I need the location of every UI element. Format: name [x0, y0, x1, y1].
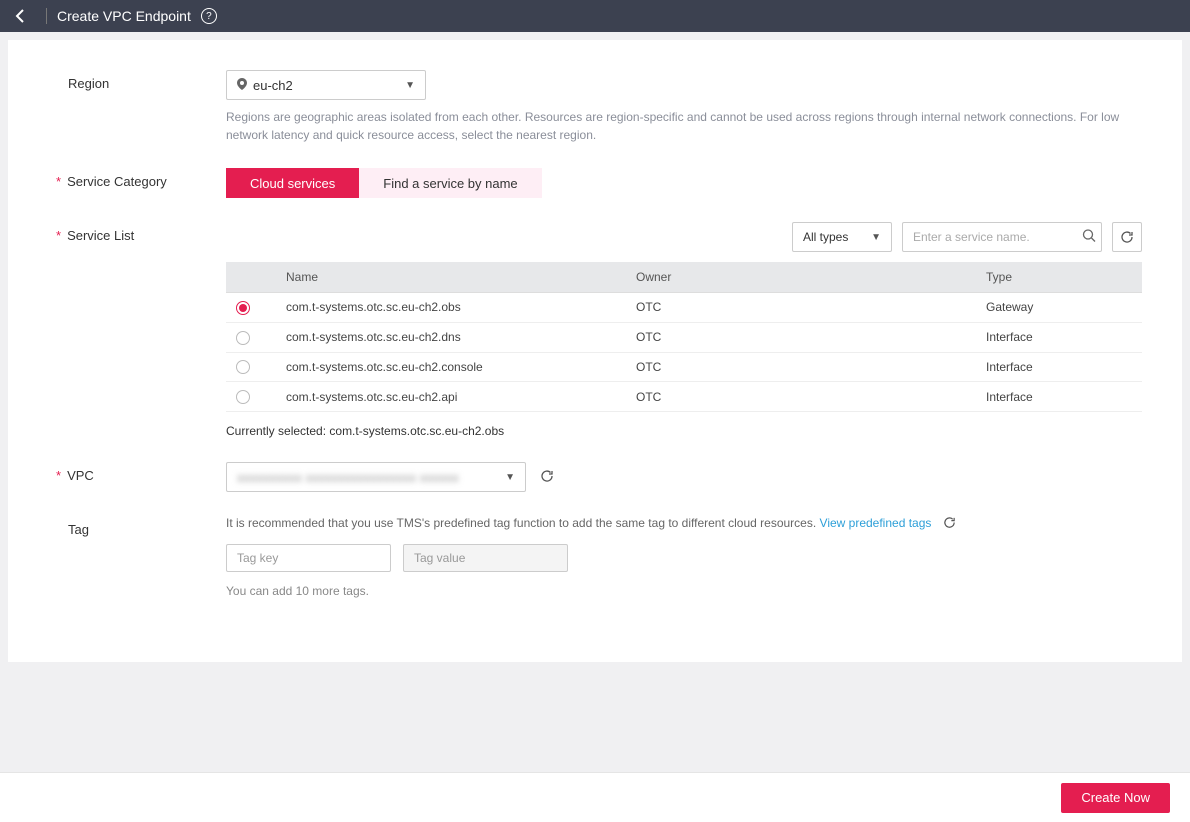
refresh-tags-button[interactable]: [943, 518, 956, 532]
table-row[interactable]: com.t-systems.otc.sc.eu-ch2.dnsOTCInterf…: [226, 322, 1142, 352]
chevron-down-icon: ▼: [505, 472, 515, 483]
radio-button[interactable]: [236, 360, 250, 374]
required-star: *: [56, 174, 61, 189]
tag-label: Tag: [56, 516, 226, 598]
type-filter-select[interactable]: All types ▼: [792, 222, 892, 252]
service-name-cell: com.t-systems.otc.sc.eu-ch2.console: [276, 352, 626, 382]
service-owner-cell: OTC: [626, 293, 976, 323]
table-row[interactable]: com.t-systems.otc.sc.eu-ch2.obsOTCGatewa…: [226, 293, 1142, 323]
service-owner-cell: OTC: [626, 382, 976, 412]
table-row[interactable]: com.t-systems.otc.sc.eu-ch2.apiOTCInterf…: [226, 382, 1142, 412]
service-list-row: * Service List All types ▼: [56, 222, 1142, 438]
service-owner-cell: OTC: [626, 322, 976, 352]
tag-key-input[interactable]: [226, 544, 391, 572]
col-owner: Owner: [626, 262, 976, 293]
toggle-cloud-services[interactable]: Cloud services: [226, 168, 359, 198]
service-list-toolbar: All types ▼: [226, 222, 1142, 252]
toggle-find-by-name[interactable]: Find a service by name: [359, 168, 541, 198]
create-now-button[interactable]: Create Now: [1061, 783, 1170, 813]
service-type-cell: Gateway: [976, 293, 1142, 323]
header-divider: [46, 8, 47, 24]
service-search-input[interactable]: [902, 222, 1102, 252]
vpc-value: xxxxxxxxxx xxxxxxxxxxxxxxxxx xxxxxx: [237, 470, 505, 485]
currently-selected-text: Currently selected: com.t-systems.otc.sc…: [226, 424, 1142, 438]
required-star: *: [56, 468, 61, 483]
footer-bar: Create Now: [0, 772, 1190, 822]
tag-row: Tag It is recommended that you use TMS's…: [56, 516, 1142, 598]
service-list-label: * Service List: [56, 222, 226, 438]
col-name: Name: [276, 262, 626, 293]
service-category-row: * Service Category Cloud services Find a…: [56, 168, 1142, 198]
radio-button[interactable]: [236, 390, 250, 404]
region-value: eu-ch2: [253, 78, 293, 93]
chevron-down-icon: ▼: [405, 80, 415, 91]
region-help-text: Regions are geographic areas isolated fr…: [226, 108, 1142, 144]
chevron-down-icon: ▼: [871, 232, 881, 243]
service-name-cell: com.t-systems.otc.sc.eu-ch2.obs: [276, 293, 626, 323]
radio-button[interactable]: [236, 331, 250, 345]
tag-hint: It is recommended that you use TMS's pre…: [226, 516, 1142, 532]
tags-remaining-text: You can add 10 more tags.: [226, 584, 1142, 598]
service-type-cell: Interface: [976, 382, 1142, 412]
refresh-service-list-button[interactable]: [1112, 222, 1142, 252]
service-type-cell: Interface: [976, 322, 1142, 352]
location-icon: [237, 78, 247, 93]
region-label: Region: [56, 70, 226, 144]
service-name-cell: com.t-systems.otc.sc.eu-ch2.dns: [276, 322, 626, 352]
service-owner-cell: OTC: [626, 352, 976, 382]
service-category-toggle: Cloud services Find a service by name: [226, 168, 1142, 198]
refresh-vpc-button[interactable]: [540, 469, 554, 486]
col-type: Type: [976, 262, 1142, 293]
region-select[interactable]: eu-ch2 ▼: [226, 70, 426, 100]
header-bar: Create VPC Endpoint ?: [0, 0, 1190, 32]
service-table: Name Owner Type com.t-systems.otc.sc.eu-…: [226, 262, 1142, 412]
view-predefined-tags-link[interactable]: View predefined tags: [820, 516, 932, 530]
vpc-label: * VPC: [56, 462, 226, 492]
radio-button[interactable]: [236, 301, 250, 315]
service-type-cell: Interface: [976, 352, 1142, 382]
tag-value-input[interactable]: [403, 544, 568, 572]
required-star: *: [56, 228, 61, 243]
search-icon[interactable]: [1082, 229, 1096, 246]
page-title: Create VPC Endpoint: [57, 8, 191, 24]
region-row: Region eu-ch2 ▼ Regions are geographic a…: [56, 70, 1142, 144]
main-panel: Region eu-ch2 ▼ Regions are geographic a…: [8, 40, 1182, 662]
service-name-cell: com.t-systems.otc.sc.eu-ch2.api: [276, 382, 626, 412]
service-category-label: * Service Category: [56, 168, 226, 198]
vpc-select[interactable]: xxxxxxxxxx xxxxxxxxxxxxxxxxx xxxxxx ▼: [226, 462, 526, 492]
table-row[interactable]: com.t-systems.otc.sc.eu-ch2.consoleOTCIn…: [226, 352, 1142, 382]
back-icon[interactable]: [12, 8, 28, 24]
help-icon[interactable]: ?: [201, 8, 217, 24]
vpc-row: * VPC xxxxxxxxxx xxxxxxxxxxxxxxxxx xxxxx…: [56, 462, 1142, 492]
